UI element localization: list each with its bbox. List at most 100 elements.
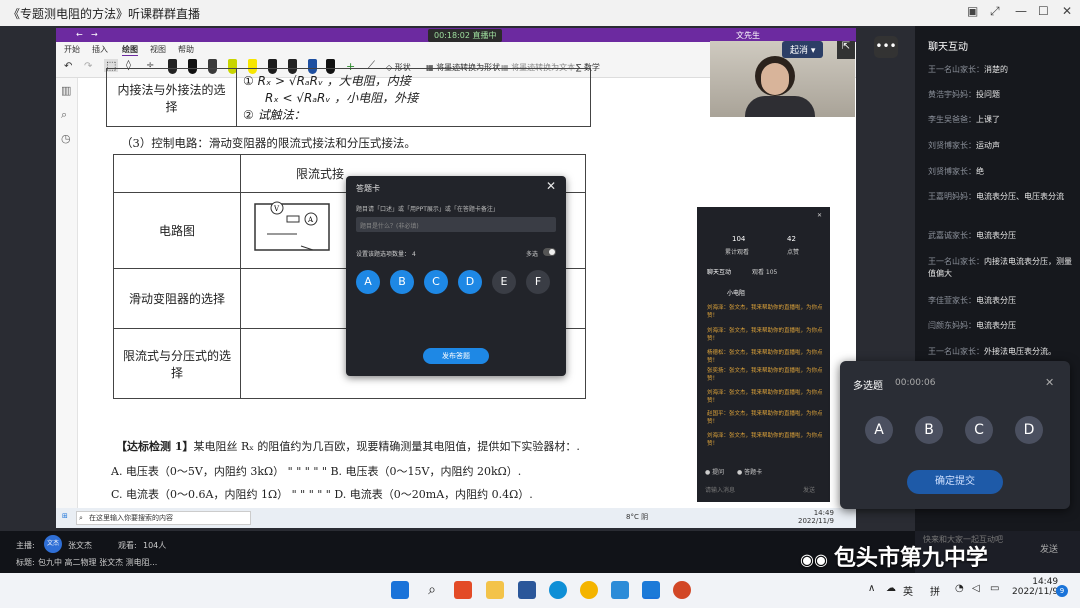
chat-message: 刘贤博家长：运动声: [928, 141, 1000, 150]
mini-msg: 刘海泽：张文杰，我来帮助你的直播啦，为你点赞！: [707, 305, 823, 319]
dialog-close-icon[interactable]: ✕: [546, 179, 556, 193]
chat-send[interactable]: 发送: [1040, 542, 1058, 555]
tray-chevron-icon[interactable]: ∧: [868, 583, 875, 594]
option-b-button[interactable]: B: [390, 270, 414, 294]
fullscreen-icon[interactable]: ⤢: [990, 4, 1000, 19]
submit-button[interactable]: 确定提交: [907, 470, 1003, 494]
tab-view[interactable]: 视图: [150, 44, 166, 55]
minimize-icon[interactable]: —: [1015, 4, 1027, 18]
wifi-icon[interactable]: ◔: [955, 583, 964, 594]
ime-lang[interactable]: 英: [903, 583, 913, 598]
camera-user-button[interactable]: 起消 ▾: [782, 41, 824, 58]
forward-icon[interactable]: →: [91, 30, 98, 39]
chat-message: 王嘉明妈妈：电流表分压、电压表分流: [928, 192, 1064, 201]
tab-help[interactable]: 帮助: [178, 44, 194, 55]
redo-icon[interactable]: ↷: [84, 61, 92, 72]
live-title: 包九中 高二物理 张文杰 测电阻...: [38, 558, 158, 567]
multi-option-c[interactable]: C: [965, 416, 993, 444]
mini-msg: 赵国平：张文杰，我来帮助你的直播啦，为你点赞！: [707, 411, 823, 425]
close-icon[interactable]: ✕: [1062, 4, 1072, 18]
option-d-button[interactable]: D: [458, 270, 482, 294]
inner-clock: 14:49 2022/11/9: [798, 509, 834, 525]
handwriting-cell: ① Rₓ > √RₐRᵥ ，大电阻，内接 Rₓ < √RₐRᵥ ，小电阻，外接 …: [236, 68, 591, 127]
mini-ask-button[interactable]: ● 提问: [705, 467, 724, 476]
pin-icon[interactable]: ▣: [967, 4, 978, 18]
chrome-icon[interactable]: [580, 581, 598, 599]
start-icon[interactable]: [391, 581, 409, 599]
mini-views: 104: [732, 235, 746, 243]
app-title-bar: 《专题测电阻的方法》听课群群直播 ▣ ⤢ — ☐ ✕: [0, 0, 1080, 26]
search-icon[interactable]: ⌕: [61, 108, 67, 122]
battery-icon[interactable]: ▭: [990, 583, 999, 594]
option-e-button[interactable]: E: [492, 270, 516, 294]
notification-badge[interactable]: 9: [1056, 585, 1068, 597]
files-icon[interactable]: [486, 581, 504, 599]
undo-icon[interactable]: ↶: [64, 61, 72, 72]
live-timer: 00:18:02 直播中: [428, 29, 503, 42]
tab-draw[interactable]: 绘图: [122, 44, 138, 56]
row-rheostat: 滑动变阻器的选择: [113, 268, 241, 329]
taskbar-search[interactable]: ⌕ 在这里输入你要搜索的内容: [76, 511, 251, 525]
mini-tab-viewers[interactable]: 观看 105: [752, 267, 777, 276]
cloud-icon[interactable]: ☁: [886, 583, 896, 594]
mini-send[interactable]: 发送: [803, 485, 815, 494]
mini-input[interactable]: 请输入消息: [705, 485, 735, 494]
ime-mode[interactable]: 拼: [930, 583, 940, 598]
option-c-button[interactable]: C: [424, 270, 448, 294]
tab-insert[interactable]: 插入: [92, 44, 108, 55]
circuit-diagram: V A: [254, 201, 330, 251]
tab-start[interactable]: 开始: [64, 44, 80, 55]
question-input[interactable]: 题目是什么？(非必填): [356, 217, 556, 232]
more-icon[interactable]: •••: [874, 36, 898, 58]
weather: 8°C 阴: [626, 513, 649, 521]
mini-msg: 刘海泽：张文杰，我来帮助你的直播啦，为你点赞！: [707, 390, 823, 404]
multi-close-icon[interactable]: ✕: [1045, 376, 1054, 389]
inner-taskbar: ⊞ ⌕ 在这里输入你要搜索的内容 8°C 阴 14:49 2022/11/9: [56, 508, 856, 528]
maximize-icon[interactable]: ☐: [1038, 4, 1049, 18]
powerpoint-icon[interactable]: [673, 581, 691, 599]
multi-option-a[interactable]: A: [865, 416, 893, 444]
windows-taskbar: ⌕ ∧ ☁ 英 拼 ◔ ◁ ▭ 14:49 2022/11/9 9: [0, 573, 1080, 608]
sidebar-toggle-icon[interactable]: ▥: [61, 84, 71, 97]
volume-icon[interactable]: ◁: [972, 583, 980, 594]
mini-views-label: 累计观看: [725, 249, 750, 256]
search-icon[interactable]: ⌕: [423, 581, 441, 599]
word-icon[interactable]: [518, 581, 536, 599]
option-f-button[interactable]: F: [526, 270, 550, 294]
multi-toggle[interactable]: [543, 248, 556, 256]
host-label: 主播:: [16, 541, 35, 550]
option-a: A. 电压表（0～5V，内阻约 3kΩ） " " " " " B. 电压表（0～…: [111, 465, 522, 478]
history-icon[interactable]: ◷: [61, 132, 71, 145]
option-a-button[interactable]: A: [356, 270, 380, 294]
share-out-icon[interactable]: ⇱: [837, 41, 855, 59]
multi-choice-popup: 多选题 00:00:06 ✕ A B C D 确定提交: [840, 361, 1070, 509]
multi-option-b[interactable]: B: [915, 416, 943, 444]
office-icon[interactable]: [454, 581, 472, 599]
chat-message: 王一名山家长：外接法电压表分流。: [928, 347, 1056, 356]
handwriting-line-1: ① Rₓ > √RₐRᵥ ，大电阻，内接: [243, 74, 411, 88]
search-icon: ⌕: [79, 514, 83, 522]
back-icon[interactable]: ←: [76, 30, 83, 39]
mini-chat-panel: ✕ 104 累计观看 42 点赞 聊天互动 观看 105 小电阻 刘海泽：张文杰…: [697, 207, 830, 502]
views-count: 104人: [143, 541, 167, 550]
inner-title-bar: ← → 00:18:02 直播中 文先生: [56, 28, 856, 42]
mini-msg: 刘海泽：张文杰，我来帮助你的直播啦，为你点赞！: [707, 328, 823, 342]
chat-message: 武嘉诚家长：电流表分压: [928, 231, 1016, 240]
start-icon[interactable]: ⊞: [62, 512, 68, 520]
multi-label: 多选: [526, 251, 539, 258]
teacher-camera: 起消 ▾ ⇱: [710, 41, 855, 117]
mini-card-button[interactable]: ● 答题卡: [737, 467, 762, 476]
mini-close-icon[interactable]: ✕: [817, 212, 822, 219]
mini-msg: 张奕扬：张文杰，我来帮助你的直播啦，为你点赞！: [707, 368, 823, 382]
mini-tab-chat[interactable]: 聊天互动: [707, 267, 731, 276]
clock[interactable]: 14:49 2022/11/9: [1012, 577, 1058, 597]
edge-icon[interactable]: [549, 581, 567, 599]
live-app-icon[interactable]: [642, 581, 660, 599]
monitor-icon[interactable]: [611, 581, 629, 599]
multi-option-d[interactable]: D: [1015, 416, 1043, 444]
publish-button[interactable]: 发布答题: [423, 348, 489, 364]
host-name: 张文杰: [68, 541, 92, 550]
title-label: 标题:: [16, 558, 35, 567]
views-label: 观看:: [118, 541, 137, 550]
teacher-face: [761, 63, 789, 95]
